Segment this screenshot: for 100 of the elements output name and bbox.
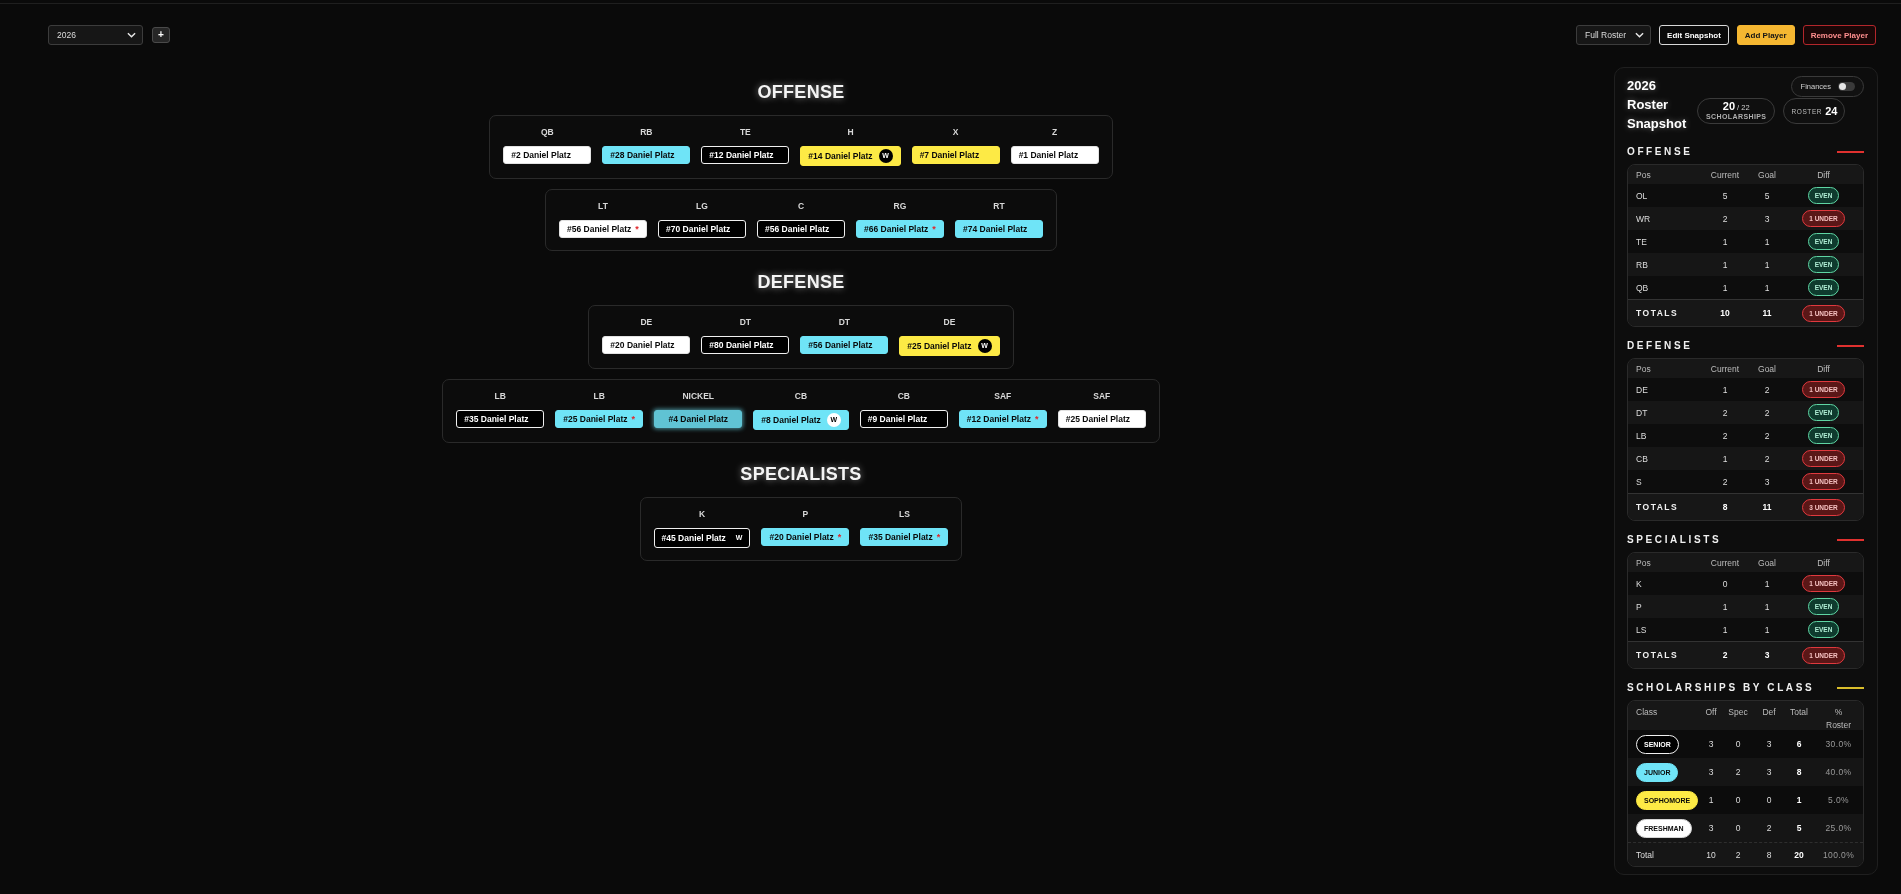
asterisk-mark: * (635, 223, 639, 235)
column-header: Goal (1757, 557, 1777, 568)
player-chip[interactable]: #4 Daniel Platz (654, 410, 743, 428)
toolbar-button[interactable]: Edit Snapshot (1659, 25, 1729, 45)
player-chip[interactable]: #2 Daniel Platz (503, 146, 592, 164)
total-cell-text: 8 (1765, 849, 1773, 860)
player-chip[interactable]: #12 Daniel Platz (701, 146, 790, 164)
player-chip[interactable]: #80 Daniel Platz (701, 336, 790, 354)
table-cell-text: 2 (1734, 767, 1742, 777)
table-cell-text: 3 (1765, 739, 1773, 749)
chevron-down-icon (127, 32, 136, 38)
asterisk-mark: * (1035, 413, 1039, 425)
table-cell-text: 2 (1721, 430, 1729, 441)
table-cell-text: DE (1636, 384, 1649, 395)
position-label: RT (993, 201, 1005, 212)
player-chip[interactable]: #35 Daniel Platz (456, 410, 545, 428)
table-cell-text: 3 (1707, 767, 1715, 777)
toolbar-button[interactable]: Add Player (1736, 25, 1795, 45)
player-chip[interactable]: #56 Daniel Platz * (559, 220, 647, 238)
position-label: DE (640, 317, 653, 328)
player-chip[interactable]: #20 Daniel Platz * (761, 528, 850, 546)
position-label: H (847, 127, 854, 138)
table-cell-text: 25.0% (1824, 823, 1853, 833)
column-header: Spec (1727, 706, 1749, 719)
table-cell-text: 30.0% (1824, 739, 1853, 749)
column-header: Pos (1636, 557, 1652, 568)
position-label: LB (494, 391, 506, 402)
table-cell-text: 1 (1763, 601, 1771, 612)
chevron-down-icon (1635, 32, 1645, 38)
table-cell-text: 5.0% (1827, 795, 1850, 805)
table-cell-text: S (1636, 476, 1643, 487)
position-label: CB (897, 391, 910, 402)
position-label: NICKEL (682, 391, 715, 402)
player-chip[interactable]: #7 Daniel Platz (911, 146, 1000, 164)
table-cell-text: 1 (1721, 624, 1729, 635)
player-chip[interactable]: #28 Daniel Platz (602, 146, 691, 164)
season-select[interactable]: 2026 (48, 25, 143, 45)
total-cell-text: 11 (1761, 502, 1773, 512)
accent-rule (1837, 539, 1864, 541)
player-chip[interactable]: #1 Daniel Platz (1010, 146, 1099, 164)
table-cell-text: 3 (1707, 739, 1715, 749)
table-cell-text: 3 (1707, 823, 1715, 833)
asterisk-mark: * (631, 413, 635, 425)
position-label: K (698, 509, 706, 520)
table-cell-text: 1 (1795, 795, 1803, 805)
player-chip[interactable]: #56 Daniel Platz (800, 336, 889, 354)
position-label: Z (1052, 127, 1058, 138)
position-label: X (952, 127, 959, 138)
unit-title: DEFENSE (757, 271, 845, 293)
total-cell-text: 11 (1761, 308, 1773, 318)
position-label: C (797, 201, 805, 212)
column-header: Def (1761, 706, 1777, 719)
asterisk-mark: * (936, 531, 941, 543)
player-chip[interactable]: #20 Daniel Platz (602, 336, 691, 354)
table-cell-text: CB (1636, 453, 1649, 464)
position-label: P (802, 509, 809, 520)
roster-count: 24 (1825, 105, 1838, 117)
total-cell-text: 10 (1719, 308, 1731, 318)
player-chip[interactable]: #12 Daniel Platz * (958, 410, 1047, 428)
table-cell-text: 0 (1734, 739, 1742, 749)
section-heading: SPECIALISTS (1627, 534, 1722, 546)
add-season-button[interactable]: + (152, 27, 170, 43)
total-cell-text: 2 (1721, 650, 1729, 660)
toolbar-button[interactable]: Remove Player (1802, 25, 1876, 45)
table-cell-text: 2 (1763, 453, 1771, 464)
table-cell-text: RB (1636, 259, 1649, 270)
player-chip[interactable]: #25 Daniel Platz * (555, 410, 644, 428)
table-cell-text: 1 (1721, 384, 1729, 395)
toggle-switch[interactable] (1838, 82, 1855, 91)
table-cell-text: 3 (1763, 213, 1771, 224)
table-cell-text: 8 (1795, 767, 1803, 777)
table-cell-text: 1 (1721, 236, 1729, 247)
player-chip[interactable]: #66 Daniel Platz * (856, 220, 944, 238)
accent-rule (1837, 687, 1864, 689)
column-header: Pos (1636, 169, 1652, 180)
player-chip[interactable]: #9 Daniel Platz (859, 410, 948, 428)
column-header: Current (1709, 363, 1741, 374)
snapshot-title: 2026 Roster Snapshot (1627, 77, 1688, 133)
table-cell-text: 5 (1795, 823, 1803, 833)
section-heading: OFFENSE (1627, 146, 1693, 158)
player-chip[interactable]: #74 Daniel Platz (955, 220, 1043, 238)
table-cell-text: 5 (1721, 190, 1729, 201)
position-label: LB (593, 391, 605, 402)
table-cell-text: 0 (1765, 795, 1773, 805)
table-cell-text: 2 (1763, 407, 1771, 418)
player-chip[interactable]: #70 Daniel Platz (658, 220, 746, 238)
table-cell-text: 2 (1763, 384, 1771, 395)
table-cell-text: 6 (1795, 739, 1803, 749)
player-chip[interactable]: #56 Daniel Platz (757, 220, 845, 238)
table-cell-text: 1 (1721, 601, 1729, 612)
view-select[interactable]: Full Roster (1576, 25, 1652, 45)
column-header: Class (1636, 706, 1659, 719)
position-label: CB (794, 391, 808, 402)
table-cell-text: TE (1636, 236, 1648, 247)
player-chip[interactable]: #25 Daniel Platz (1057, 410, 1146, 428)
asterisk-mark: * (837, 531, 842, 543)
section-heading: DEFENSE (1627, 340, 1693, 352)
table-cell-text: WR (1636, 213, 1652, 224)
position-label: LS (899, 509, 910, 520)
player-chip[interactable]: #35 Daniel Platz * (860, 528, 949, 546)
